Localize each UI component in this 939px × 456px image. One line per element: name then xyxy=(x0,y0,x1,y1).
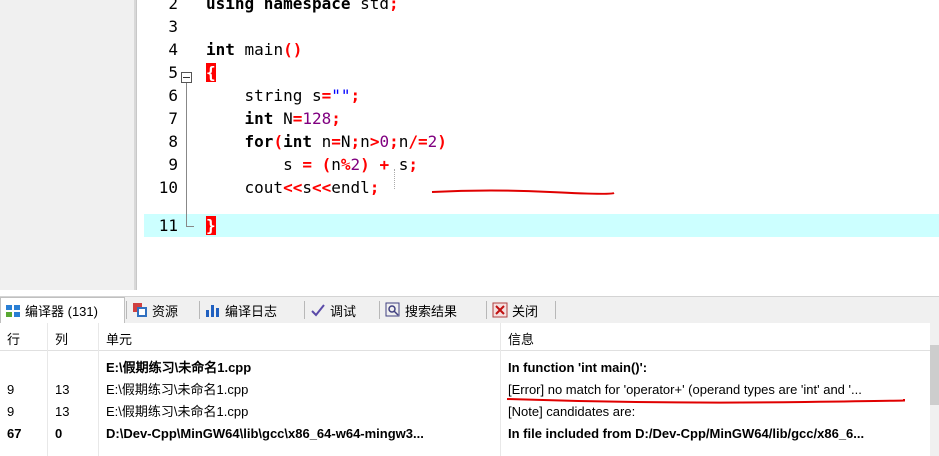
cell-line: 9 xyxy=(7,382,15,397)
header-unit[interactable]: 单元 xyxy=(106,330,491,350)
cell-unit: E:\假期练习\未命名1.cpp xyxy=(106,404,249,419)
indent-guide xyxy=(394,169,395,189)
tab-separator xyxy=(126,301,127,319)
tab-label: 搜索结果 xyxy=(405,303,458,319)
tab-compile-log[interactable]: 编译日志 xyxy=(201,297,303,323)
cell-unit: E:\假期练习\未命名1.cpp xyxy=(106,360,252,375)
code-text: s = (n%2) + s; xyxy=(206,155,418,174)
code-line-8[interactable]: 8 for(int n=N;n>0;n/=2) xyxy=(144,130,939,153)
code-text: string s=""; xyxy=(206,86,361,105)
line-number: 7 xyxy=(168,109,178,128)
code-line-7[interactable]: 7 int N=128; xyxy=(144,107,939,130)
line-number: 11 xyxy=(158,216,178,235)
chart-icon xyxy=(205,302,221,318)
code-text: int N=128; xyxy=(244,109,341,128)
tab-label: 资源 xyxy=(152,303,179,319)
header-line[interactable]: 行 xyxy=(7,330,47,350)
code-line-9[interactable]: 9 s = (n%2) + s; xyxy=(144,153,939,176)
header-col[interactable]: 列 xyxy=(55,330,95,350)
error-message-underline-annotation xyxy=(506,398,905,404)
line-number: 6 xyxy=(168,86,178,105)
column-divider[interactable] xyxy=(47,323,48,456)
column-divider[interactable] xyxy=(98,323,99,456)
tab-label: 编译日志 xyxy=(225,303,278,319)
code-text: using namespace std; xyxy=(206,0,399,13)
cell-message: In function 'int main()': xyxy=(508,360,648,375)
grid-icon xyxy=(5,303,21,319)
cell-line: 67 xyxy=(7,426,22,441)
fold-collapse-icon[interactable] xyxy=(181,72,192,83)
tab-debug[interactable]: 调试 xyxy=(306,297,378,323)
cell-col: 13 xyxy=(55,382,70,397)
line-number: 8 xyxy=(168,132,178,151)
code-text: cout<<s<<endl; xyxy=(206,178,380,197)
table-row[interactable]: E:\假期练习\未命名1.cpp In function 'int main()… xyxy=(0,358,930,378)
error-underline-annotation xyxy=(431,189,615,195)
panel-splitter[interactable] xyxy=(134,0,136,290)
table-row[interactable]: 67 0 D:\Dev-Cpp\MinGW64\lib\gcc\x86_64-w… xyxy=(0,424,930,444)
code-text: int main() xyxy=(206,40,303,59)
code-text: { xyxy=(206,63,216,82)
line-number: 10 xyxy=(158,178,178,197)
code-line-3[interactable]: 3 xyxy=(144,15,939,38)
cell-line: 9 xyxy=(7,404,15,419)
tab-compiler[interactable]: 编译器 (131) xyxy=(0,297,125,323)
tab-label: 关闭 xyxy=(512,303,539,319)
cell-message: In file included from D:/Dev-Cpp/MinGW64… xyxy=(508,426,865,441)
column-divider[interactable] xyxy=(500,323,501,456)
code-line-4[interactable]: 4 int main() xyxy=(144,38,939,61)
line-number: 9 xyxy=(168,155,178,174)
line-number: 4 xyxy=(168,40,178,59)
tab-label: 编译器 (131) xyxy=(25,304,98,319)
search-icon xyxy=(385,302,401,318)
fold-guide-end xyxy=(186,226,194,227)
resources-icon xyxy=(132,302,148,318)
line-number: 2 xyxy=(168,0,178,13)
code-line-2[interactable]: 2 using namespace std; xyxy=(144,0,939,15)
tab-separator xyxy=(199,301,200,319)
project-panel-edge xyxy=(0,0,137,290)
fold-guide xyxy=(186,83,187,226)
line-number: 3 xyxy=(168,17,178,36)
tab-resources[interactable]: 资源 xyxy=(128,297,198,323)
header-message[interactable]: 信息 xyxy=(508,330,928,350)
code-editor[interactable]: 2 using namespace std; 3 4 int main() 5 … xyxy=(144,0,939,290)
tab-label: 调试 xyxy=(330,303,357,319)
cell-unit: E:\假期练习\未命名1.cpp xyxy=(106,382,249,397)
code-line-5[interactable]: 5 { xyxy=(144,61,939,84)
cell-unit: D:\Dev-Cpp\MinGW64\lib\gcc\x86_64-w64-mi… xyxy=(106,426,424,441)
compiler-messages-table: 行 列 单元 信息 E:\假期练习\未命名1.cpp In function '… xyxy=(0,323,939,456)
cell-col: 13 xyxy=(55,404,70,419)
tab-separator xyxy=(555,301,556,319)
tab-search-results[interactable]: 搜索结果 xyxy=(381,297,485,323)
bottom-panel-tabs: 编译器 (131) 资源 编译日志 调试 搜索结果 关闭 xyxy=(0,296,939,324)
table-header: 行 列 单元 信息 xyxy=(0,330,930,351)
code-text: for(int n=N;n>0;n/=2) xyxy=(244,132,447,151)
line-number: 5 xyxy=(168,63,178,82)
tab-close[interactable]: 关闭 xyxy=(488,297,554,323)
close-icon xyxy=(492,302,508,318)
cell-col: 0 xyxy=(55,426,63,441)
tab-separator xyxy=(379,301,380,319)
tab-separator xyxy=(486,301,487,319)
code-line-6[interactable]: 6 string s=""; xyxy=(144,84,939,107)
tab-separator xyxy=(304,301,305,319)
scrollbar-thumb[interactable] xyxy=(930,345,939,405)
check-icon xyxy=(310,302,326,318)
code-line-11[interactable]: 11 } xyxy=(144,214,939,237)
code-text: } xyxy=(206,216,216,235)
